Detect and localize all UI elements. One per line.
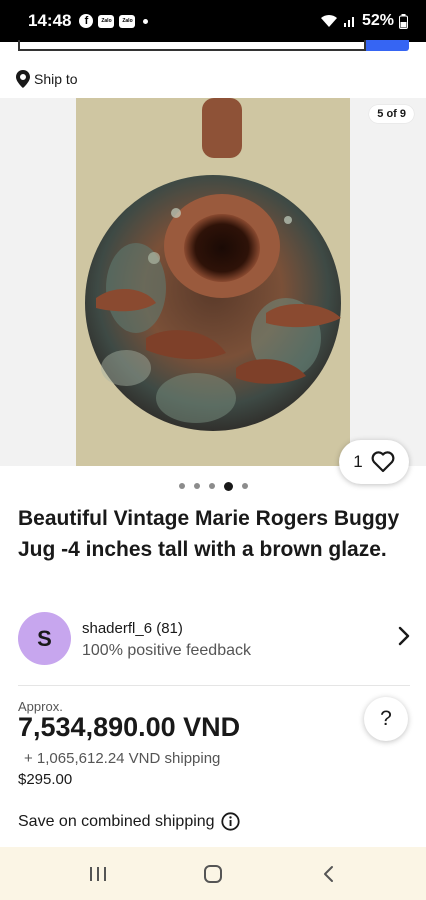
pagination-dot[interactable] [208, 483, 215, 489]
battery-percent: 52% [361, 12, 394, 29]
pagination-dot-active[interactable] [223, 481, 233, 491]
system-nav-bar [0, 847, 426, 900]
zalo-icon-2: Zalo [119, 14, 136, 28]
combined-shipping[interactable]: Save on combined shipping [18, 812, 240, 831]
pagination-dot[interactable] [178, 483, 185, 489]
product-photo[interactable] [76, 98, 350, 466]
wifi-icon [320, 14, 337, 27]
back-button[interactable] [298, 854, 358, 894]
recent-apps-button[interactable] [68, 854, 128, 894]
image-counter: 5 of 9 [369, 105, 414, 123]
signal-icon [343, 17, 354, 27]
watch-count: 1 [353, 452, 363, 471]
seller-card[interactable]: S shaderfl_6 (81) 100% positive feedback [18, 612, 410, 666]
status-bar: 14:48 f Zalo Zalo 52% [0, 0, 426, 42]
seller-name: shaderfl_6 (81) [82, 620, 183, 637]
back-icon [324, 865, 334, 882]
jug-image [76, 98, 350, 466]
more-notifications-dot-icon [143, 18, 149, 24]
pagination-dot[interactable] [241, 483, 248, 489]
help-button[interactable]: ? [364, 697, 408, 741]
home-button[interactable] [183, 854, 243, 894]
status-time: 14:48 [28, 11, 72, 30]
home-icon [203, 864, 222, 883]
battery-icon [399, 13, 408, 29]
ship-to[interactable]: Ship to [16, 70, 78, 88]
seller-feedback: 100% positive feedback [82, 642, 251, 659]
heart-icon [371, 451, 395, 473]
item-title: Beautiful Vintage Marie Rogers Buggy Jug… [18, 507, 400, 561]
shipping-cost: + 1,065,612.24 VND shipping [24, 750, 221, 767]
search-button[interactable] [366, 40, 409, 51]
info-icon[interactable] [220, 812, 240, 831]
price-amount: 7,534,890.00 VND [18, 712, 241, 742]
image-gallery[interactable]: 5 of 9 [0, 98, 426, 466]
combined-shipping-label: Save on combined shipping [18, 812, 215, 830]
price-usd: $295.00 [18, 771, 73, 788]
status-right: 52% [320, 12, 408, 30]
watch-button[interactable]: 1 [339, 440, 409, 484]
recent-apps-icon [89, 866, 106, 881]
chevron-right-icon [398, 626, 410, 646]
help-icon: ? [380, 707, 392, 730]
ship-to-label: Ship to [34, 71, 78, 87]
divider [18, 685, 410, 686]
location-pin-icon [16, 70, 30, 88]
search-input[interactable] [18, 40, 366, 51]
zalo-icon: Zalo [98, 14, 115, 28]
avatar: S [18, 612, 71, 665]
gallery-pagination [0, 481, 426, 491]
pagination-dot[interactable] [193, 483, 200, 489]
facebook-icon: f [79, 14, 94, 28]
notification-icons: f Zalo Zalo [79, 14, 149, 28]
